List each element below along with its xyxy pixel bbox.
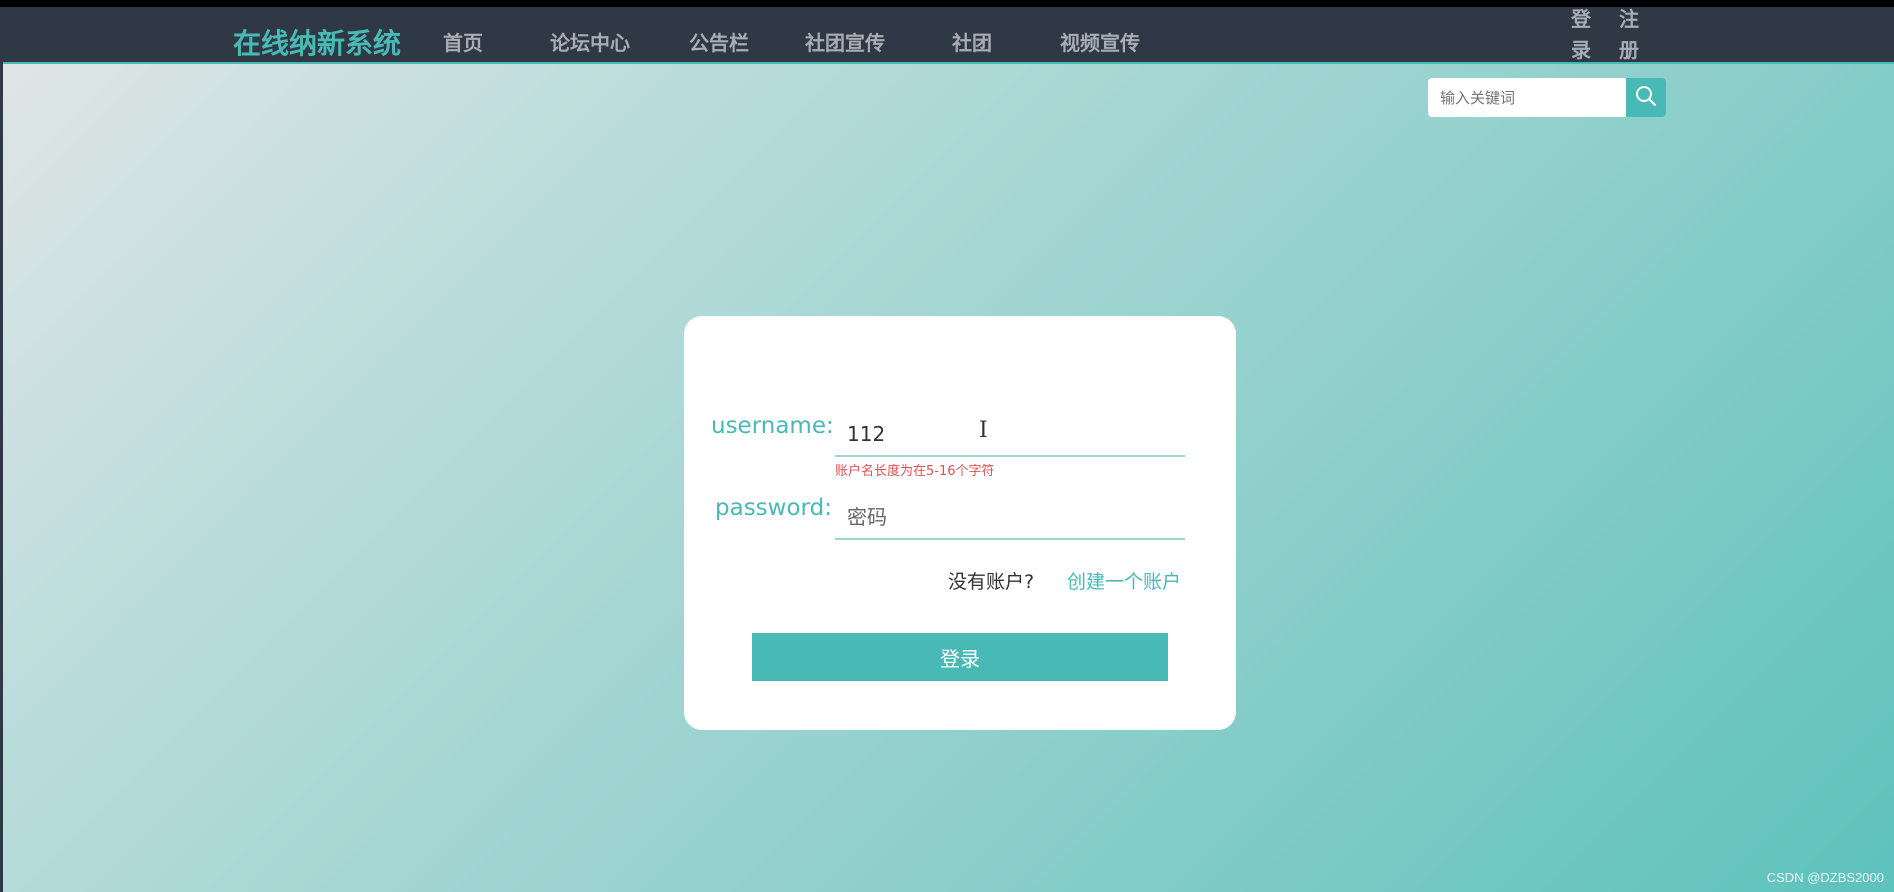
- nav-item-forum[interactable]: 论坛中心: [550, 27, 630, 56]
- brand-logo[interactable]: 在线纳新系统: [233, 22, 401, 62]
- username-error: 账户名长度为在5-16个字符: [835, 464, 995, 479]
- nav-item-club-promo[interactable]: 社团宣传: [805, 27, 885, 56]
- login-button[interactable]: 登录: [752, 633, 1168, 681]
- create-account-link[interactable]: 创建一个账户: [1067, 567, 1181, 594]
- register-link[interactable]: 注册: [1617, 4, 1641, 66]
- search-icon: [1635, 85, 1657, 111]
- password-label: password:: [715, 495, 832, 521]
- nav-item-home[interactable]: 首页: [443, 27, 483, 56]
- no-account-text: 没有账户?: [948, 571, 1035, 593]
- username-field[interactable]: [835, 413, 1185, 457]
- window-edge: [0, 7, 3, 892]
- nav-item-clubs[interactable]: 社团: [952, 27, 992, 56]
- search-button[interactable]: [1626, 78, 1666, 117]
- navbar: 在线纳新系统 首页 论坛中心 公告栏 社团宣传 社团 视频宣传 登录 注册: [3, 7, 1894, 64]
- password-field[interactable]: [835, 496, 1185, 540]
- search-input[interactable]: [1428, 78, 1626, 117]
- top-strip: [0, 0, 1894, 7]
- text-cursor-icon: I: [979, 418, 988, 443]
- watermark: CSDN @DZBS2000: [1766, 870, 1884, 885]
- username-label: username:: [711, 413, 834, 439]
- login-link[interactable]: 登录: [1569, 4, 1593, 66]
- nav-item-video-promo[interactable]: 视频宣传: [1060, 27, 1140, 56]
- nav-item-bulletin[interactable]: 公告栏: [689, 27, 749, 56]
- login-card: username: 账户名长度为在5-16个字符 password: 没有账户?…: [684, 316, 1236, 730]
